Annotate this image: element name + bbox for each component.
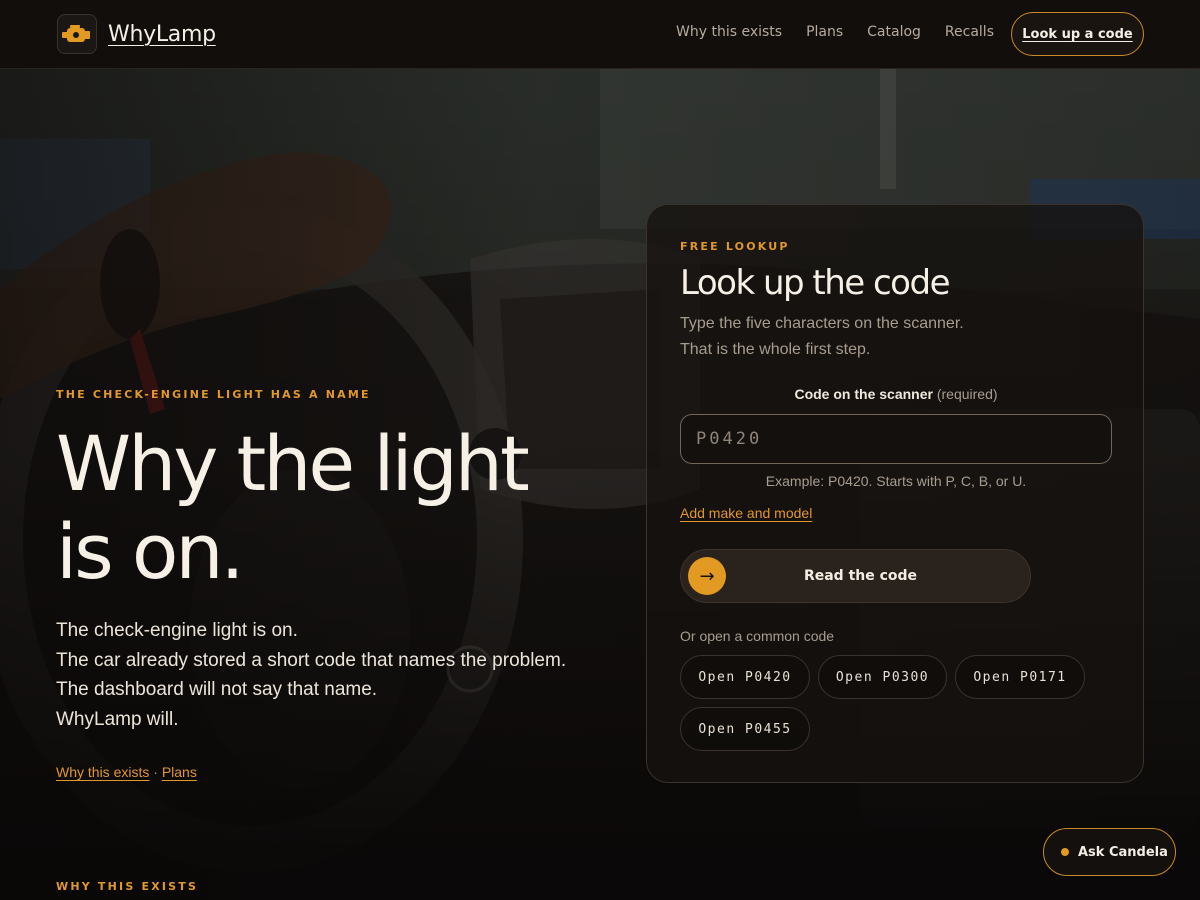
hero-title: Why the light is on. (56, 420, 616, 596)
why-this-exists-eyebrow: WHY THIS EXISTS (56, 880, 199, 893)
read-code-label: Read the code (803, 568, 918, 584)
look-up-code-button[interactable]: Look up a code (1011, 12, 1144, 56)
nav-recalls[interactable]: Recalls (945, 24, 994, 40)
lookup-subtitle-line: That is the whole first step. (680, 341, 871, 358)
read-code-button[interactable]: → Read the code (680, 549, 1031, 603)
nav-catalog[interactable]: Catalog (867, 24, 921, 40)
common-code-chip[interactable]: Open P0455 (680, 707, 810, 751)
common-code-chip[interactable]: Open P0300 (818, 655, 947, 699)
common-code-chip[interactable]: Open P0171 (955, 655, 1085, 699)
lookup-card: FREE LOOKUP Look up the code Type the fi… (646, 204, 1144, 783)
lookup-eyebrow: FREE LOOKUP (680, 240, 790, 253)
nav-plans[interactable]: Plans (806, 24, 843, 40)
code-field-label: Code on the scanner (required) (680, 386, 1112, 402)
hero-body-line: The dashboard will not say that name. (56, 679, 378, 700)
common-code-chip[interactable]: Open P0420 (680, 655, 810, 699)
code-helper-text: Example: P0420. Starts with P, C, B, or … (765, 473, 1027, 489)
nav-why-this-exists[interactable]: Why this exists (676, 24, 782, 40)
hero-eyebrow: THE CHECK-ENGINE LIGHT HAS A NAME (56, 388, 371, 401)
hero-body-line: The car already stored a short code that… (56, 649, 567, 671)
code-field-label-text: Code on the scanner (794, 386, 933, 402)
required-marker: (required) (936, 386, 998, 402)
hero-title-line-1: Why the light (56, 419, 530, 508)
main-nav: Why this exists Plans Catalog Recalls (676, 24, 1018, 40)
ask-candela-label: Ask Candela (1078, 844, 1168, 860)
ask-candela-button[interactable]: Ask Candela (1043, 828, 1176, 876)
hero-links: Why this exists · Plans (56, 764, 197, 780)
code-input[interactable] (680, 414, 1112, 464)
status-dot-icon (1061, 848, 1069, 856)
brand[interactable]: WhyLamp (57, 14, 216, 54)
top-navigation: WhyLamp Why this exists Plans Catalog Re… (0, 0, 1200, 69)
hero-body-line: WhyLamp will. (56, 708, 179, 730)
brand-name: WhyLamp (108, 21, 216, 47)
hero-body-line: The check-engine light is on. (56, 620, 298, 641)
lookup-subtitle-line: Type the five characters on the scanner. (680, 315, 964, 332)
add-make-model-link[interactable]: Add make and model (680, 505, 812, 521)
lookup-subtitle: Type the five characters on the scanner.… (680, 311, 964, 363)
lookup-title: Look up the code (680, 263, 950, 303)
hero-title-line-2: is on. (56, 507, 245, 596)
hero-body: The check-engine light is on. The car al… (56, 616, 566, 734)
engine-icon (57, 14, 97, 54)
link-separator: · (153, 764, 158, 780)
hero-link-plans[interactable]: Plans (162, 764, 197, 780)
common-codes-label: Or open a common code (680, 628, 835, 644)
hero-link-why-this-exists[interactable]: Why this exists (56, 764, 149, 780)
